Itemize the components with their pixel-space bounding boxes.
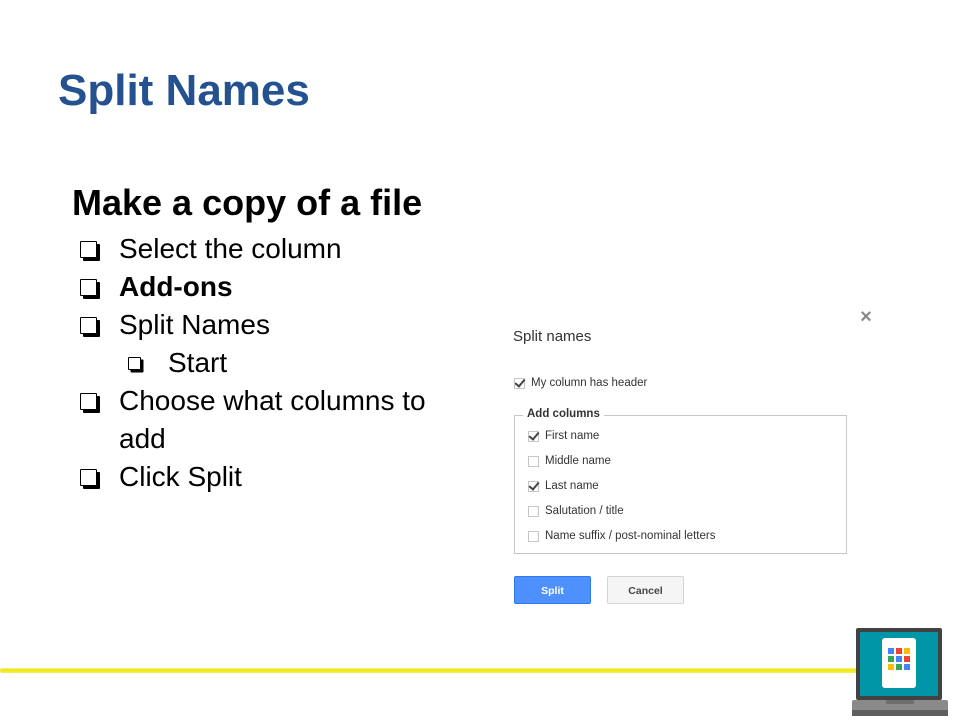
column-option-label: Middle name [545,455,611,467]
split-names-dialog: Split names × My column has header Add c… [497,300,881,620]
column-option-last-name[interactable]: Last name [528,480,599,492]
checkbox-bullet-icon [80,279,97,296]
sub-step-item: Start [72,344,452,382]
column-option-label: Name suffix / post-nominal letters [545,530,716,542]
instructions: Make a copy of a file Select the column … [72,180,452,496]
checkbox-bullet-icon [80,469,97,486]
steps-list: Select the column Add-ons Split Names St… [72,230,452,496]
step-item: Add-ons [72,268,452,306]
salutation-checkbox[interactable] [528,505,539,517]
suffix-checkbox[interactable] [528,530,539,542]
checkbox-bullet-icon [80,241,97,258]
step-item: Click Split [72,458,452,496]
step-label: Click Split [119,461,242,492]
step-label: Add-ons [119,271,233,302]
step-label: Select the column [119,233,342,264]
close-icon[interactable]: × [857,307,875,327]
column-option-salutation[interactable]: Salutation / title [528,505,624,517]
add-columns-legend: Add columns [523,408,604,420]
column-option-middle-name[interactable]: Middle name [528,455,611,467]
step-item: Choose what columns to add [72,382,452,458]
dialog-title: Split names [513,328,592,345]
split-button[interactable]: Split [514,576,591,604]
header-option[interactable]: My column has header [514,377,647,389]
column-option-suffix[interactable]: Name suffix / post-nominal letters [528,530,715,542]
column-option-label: First name [545,430,600,442]
slide-title: Split Names [58,66,310,115]
column-option-first-name[interactable]: First name [528,430,599,442]
step-item: Split Names [72,306,452,344]
instructions-heading: Make a copy of a file [72,182,423,223]
step-item: Select the column [72,230,452,268]
middle-name-checkbox[interactable] [528,455,539,467]
first-name-checkbox[interactable] [528,430,539,442]
checkbox-bullet-icon [80,317,97,334]
column-option-label: Last name [545,480,599,492]
checkbox-bullet-icon [80,393,97,410]
header-option-label: My column has header [531,377,648,389]
step-label: Choose what columns to add [119,385,426,454]
step-label: Split Names [119,309,270,340]
checkbox-bullet-icon [128,357,141,370]
last-name-checkbox[interactable] [528,480,539,492]
laptop-apps-icon [852,626,948,718]
column-option-label: Salutation / title [545,505,624,517]
accent-divider [0,668,860,673]
step-label: Start [168,347,228,378]
header-checkbox[interactable] [514,377,525,389]
cancel-button[interactable]: Cancel [607,576,684,604]
add-columns-group: Add columns First name Middle name Last … [514,408,847,554]
